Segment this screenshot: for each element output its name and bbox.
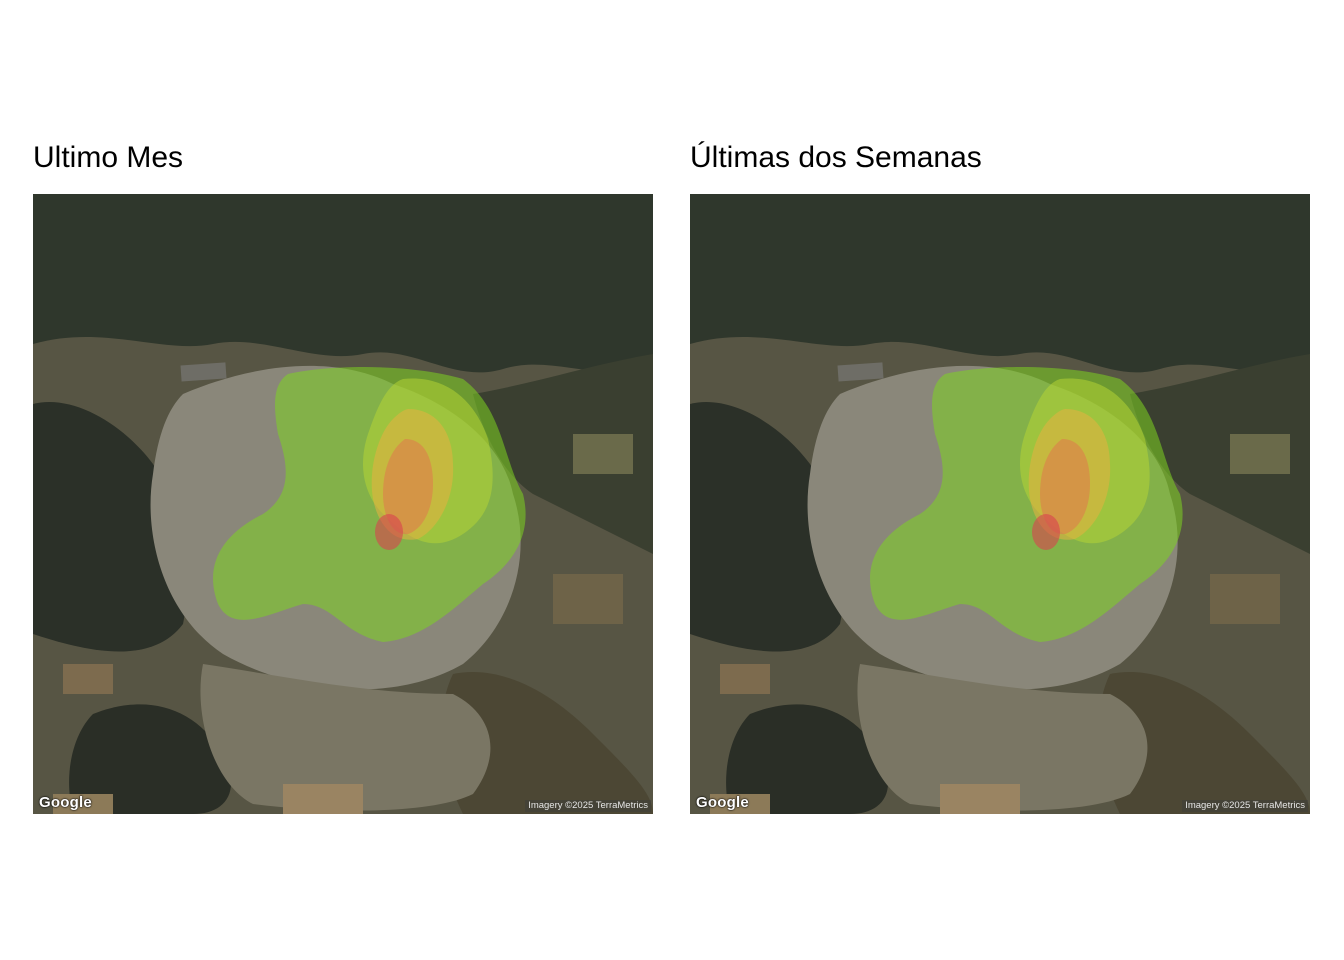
panel-title: Ultimo Mes [33, 141, 184, 174]
map-attribution[interactable]: Imagery ©2025 TerraMetrics [1182, 800, 1308, 812]
panel-title: Últimas dos Semanas [690, 141, 982, 174]
map-attribution[interactable]: Imagery ©2025 TerraMetrics [525, 800, 651, 812]
map-view[interactable]: Google Imagery ©2025 TerraMetrics [33, 194, 653, 814]
map-canvas [33, 194, 653, 814]
google-logo: Google [696, 794, 749, 811]
map-canvas [690, 194, 1310, 814]
map-view[interactable]: Google Imagery ©2025 TerraMetrics [690, 194, 1310, 814]
google-logo: Google [39, 794, 92, 811]
